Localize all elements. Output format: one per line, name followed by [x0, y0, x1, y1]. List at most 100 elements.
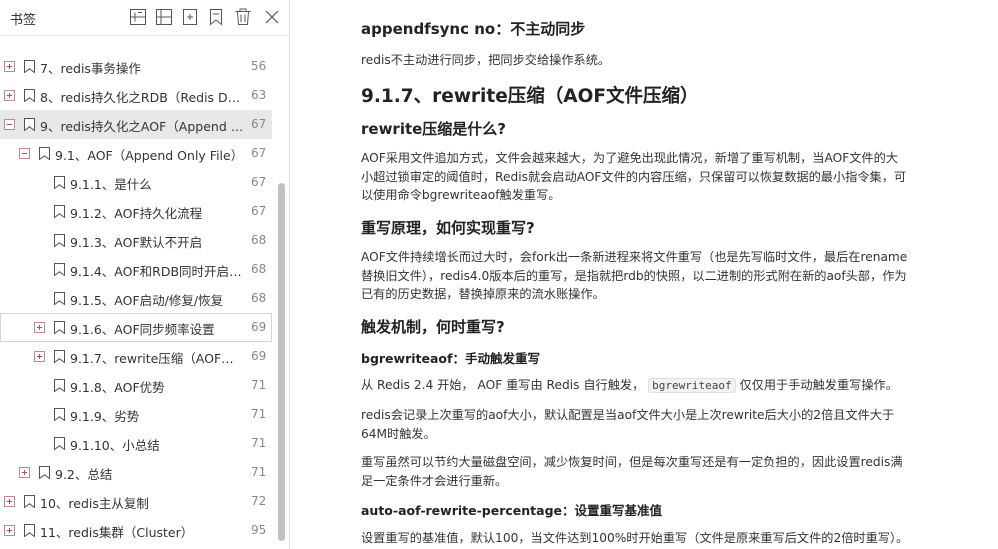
bookmark-page-number: 56	[251, 59, 267, 73]
bookmark-label: 9.1.1、是什么	[70, 177, 152, 192]
expand-icon[interactable]	[4, 525, 15, 536]
bookmark-icon	[54, 176, 65, 189]
bookmark-outline-icon[interactable]	[207, 8, 225, 26]
bookmark-item[interactable]: 9.1、AOF（Append Only File） 67	[0, 139, 272, 168]
bookmark-item[interactable]: 9、redis持久化之AOF（Append O... 67	[0, 110, 272, 139]
bookmark-icon	[54, 321, 65, 334]
heading-trigger: 触发机制，何时重写?	[361, 318, 505, 336]
bookmark-icon	[24, 524, 35, 537]
close-icon[interactable]	[263, 8, 281, 26]
bookmark-label: 11、redis集群（Cluster）	[40, 525, 194, 540]
expand-all-icon[interactable]	[129, 8, 147, 26]
paragraph-principle: AOF文件持续增长而过大时，会fork出一条新进程来将文件重写（也是先写临时文件…	[361, 250, 908, 302]
bookmark-label: 9、redis持久化之AOF（Append O...	[40, 119, 246, 134]
paragraph-bgrewriteaof-pre: 从 Redis 2.4 开始， AOF 重写由 Redis 自行触发，	[361, 378, 645, 392]
collapse-icon[interactable]	[19, 148, 30, 159]
heading-percentage: auto-aof-rewrite-percentage：设置重写基准值	[361, 503, 663, 518]
bookmark-item[interactable]: 9.1.1、是什么 67	[0, 168, 272, 197]
paragraph-rewrite-size: redis会记录上次重写的aof大小，默认配置是当aof文件大小是上次rewri…	[361, 408, 895, 441]
bookmark-item[interactable]: 9.1.6、AOF同步频率设置 69	[0, 313, 272, 342]
bookmark-item[interactable]: 11、redis集群（Cluster） 95	[0, 516, 272, 545]
bookmark-page-number: 71	[251, 465, 267, 479]
bookmark-label: 7、redis事务操作	[40, 61, 141, 76]
bookmark-label: 9.1.7、rewrite压缩（AOF文件...	[70, 351, 246, 366]
bookmark-label: 10、redis主从复制	[40, 496, 149, 511]
bookmark-item[interactable]: 9.1.9、劣势 71	[0, 400, 272, 429]
bookmark-label: 9.1.6、AOF同步频率设置	[70, 322, 215, 337]
bookmark-item[interactable]: 9.1.4、AOF和RDB同时开启，... 68	[0, 255, 272, 284]
document-view: appendfsync no：不主动同步 redis不主动进行同步，把同步交给操…	[291, 0, 998, 549]
bookmark-item[interactable]: 7、redis事务操作 56	[0, 52, 272, 81]
bookmark-icon	[54, 350, 65, 363]
expand-icon[interactable]	[4, 90, 15, 101]
expand-icon[interactable]	[19, 467, 30, 478]
inline-code-bgrewriteaof: bgrewriteaof	[648, 378, 736, 393]
paragraph-bgrewriteaof: 从 Redis 2.4 开始， AOF 重写由 Redis 自行触发， bgre…	[361, 376, 911, 396]
panel-title: 书签	[10, 13, 37, 28]
bookmark-icon	[24, 89, 35, 102]
heading-bgrewriteaof: bgrewriteaof：手动触发重写	[361, 351, 540, 366]
bookmark-icon	[24, 60, 35, 73]
bookmark-label: 9.1.2、AOF持久化流程	[70, 206, 203, 221]
bookmark-item[interactable]: 9.1.8、AOF优势 71	[0, 371, 272, 400]
heading-appendfsync: appendfsync no：不主动同步	[361, 20, 586, 38]
bookmark-page-number: 71	[251, 436, 267, 450]
bookmark-item[interactable]: 10、redis主从复制 72	[0, 487, 272, 516]
bookmark-page-number: 63	[251, 88, 267, 102]
bookmark-icon	[54, 408, 65, 421]
expand-icon[interactable]	[34, 351, 45, 362]
bookmark-icon	[24, 495, 35, 508]
collapse-icon[interactable]	[4, 119, 15, 130]
bookmark-page-number: 67	[251, 117, 267, 131]
bookmark-page-number: 69	[251, 349, 267, 363]
bookmark-label: 9.1.10、小总结	[70, 438, 160, 453]
section-title: 9.1.7、rewrite压缩（AOF文件压缩）	[361, 86, 699, 107]
bookmark-item[interactable]: 9.1.10、小总结 71	[0, 429, 272, 458]
bookmark-page-number: 67	[251, 146, 267, 160]
paragraph-appendfsync: redis不主动进行同步，把同步交给操作系统。	[361, 53, 611, 67]
paragraph-what: AOF采用文件追加方式，文件会越来越大，为了避免出现此情况，新增了重写机制，当A…	[361, 151, 907, 203]
bookmark-icon	[54, 437, 65, 450]
expand-icon[interactable]	[4, 61, 15, 72]
bookmark-icon	[54, 205, 65, 218]
expand-icon[interactable]	[4, 496, 15, 507]
bookmark-label: 9.1.5、AOF启动/修复/恢复	[70, 293, 224, 308]
bookmark-label: 9.2、总结	[55, 467, 113, 482]
paragraph-percentage: 设置重写的基准值，默认100，当文件达到100%时开始重写（文件是原来重写后文件…	[361, 531, 909, 545]
bookmark-icon	[54, 263, 65, 276]
bookmark-page-number: 68	[251, 233, 267, 247]
bookmark-label: 9.1.4、AOF和RDB同时开启，...	[70, 264, 246, 279]
bookmark-label: 8、redis持久化之RDB（Redis Dat...	[40, 90, 246, 105]
bookmark-label: 9.1、AOF（Append Only File）	[55, 148, 244, 163]
bookmark-scrollbar[interactable]	[278, 183, 285, 541]
paragraph-rewrite-cost: 重写虽然可以节约大量磁盘空间，减少恢复时间，但是每次重写还是有一定负担的，因此设…	[361, 455, 903, 488]
bookmark-item[interactable]: 9.1.5、AOF启动/修复/恢复 68	[0, 284, 272, 313]
bookmark-icon	[54, 379, 65, 392]
heading-what: rewrite压缩是什么?	[361, 120, 507, 138]
bookmark-panel-header: 书签	[0, 0, 290, 36]
collapse-all-icon[interactable]	[155, 8, 173, 26]
bookmark-item[interactable]: 9.1.7、rewrite压缩（AOF文件... 69	[0, 342, 272, 371]
bookmark-label: 9.1.9、劣势	[70, 409, 140, 424]
bookmark-icon	[54, 292, 65, 305]
bookmark-item[interactable]: 9.1.2、AOF持久化流程 67	[0, 197, 272, 226]
bookmark-page-number: 95	[251, 523, 267, 537]
bookmark-icon	[39, 147, 50, 160]
bookmark-page-number: 67	[251, 175, 267, 189]
bookmark-page-number: 71	[251, 378, 267, 392]
bookmark-page-number: 68	[251, 291, 267, 305]
paragraph-bgrewriteaof-post: 仅仅用于手动触发重写操作。	[739, 378, 898, 392]
bookmark-icon	[24, 118, 35, 131]
bookmark-page-number: 72	[251, 494, 267, 508]
bookmark-item[interactable]: 9.2、总结 71	[0, 458, 272, 487]
bookmark-panel: 书签 7、redis事务操作 56 8、redis持久化之RDB（Redis Dat…	[0, 0, 290, 549]
bookmark-page-number: 71	[251, 407, 267, 421]
bookmark-item[interactable]: 9.1.3、AOF默认不开启 68	[0, 226, 272, 255]
bookmark-label: 9.1.3、AOF默认不开启	[70, 235, 203, 250]
bookmark-label: 9.1.8、AOF优势	[70, 380, 165, 395]
delete-icon[interactable]	[234, 8, 252, 26]
bookmark-icon	[54, 234, 65, 247]
bookmark-item[interactable]: 8、redis持久化之RDB（Redis Dat... 63	[0, 81, 272, 110]
expand-icon[interactable]	[34, 322, 45, 333]
add-bookmark-icon[interactable]	[181, 8, 199, 26]
